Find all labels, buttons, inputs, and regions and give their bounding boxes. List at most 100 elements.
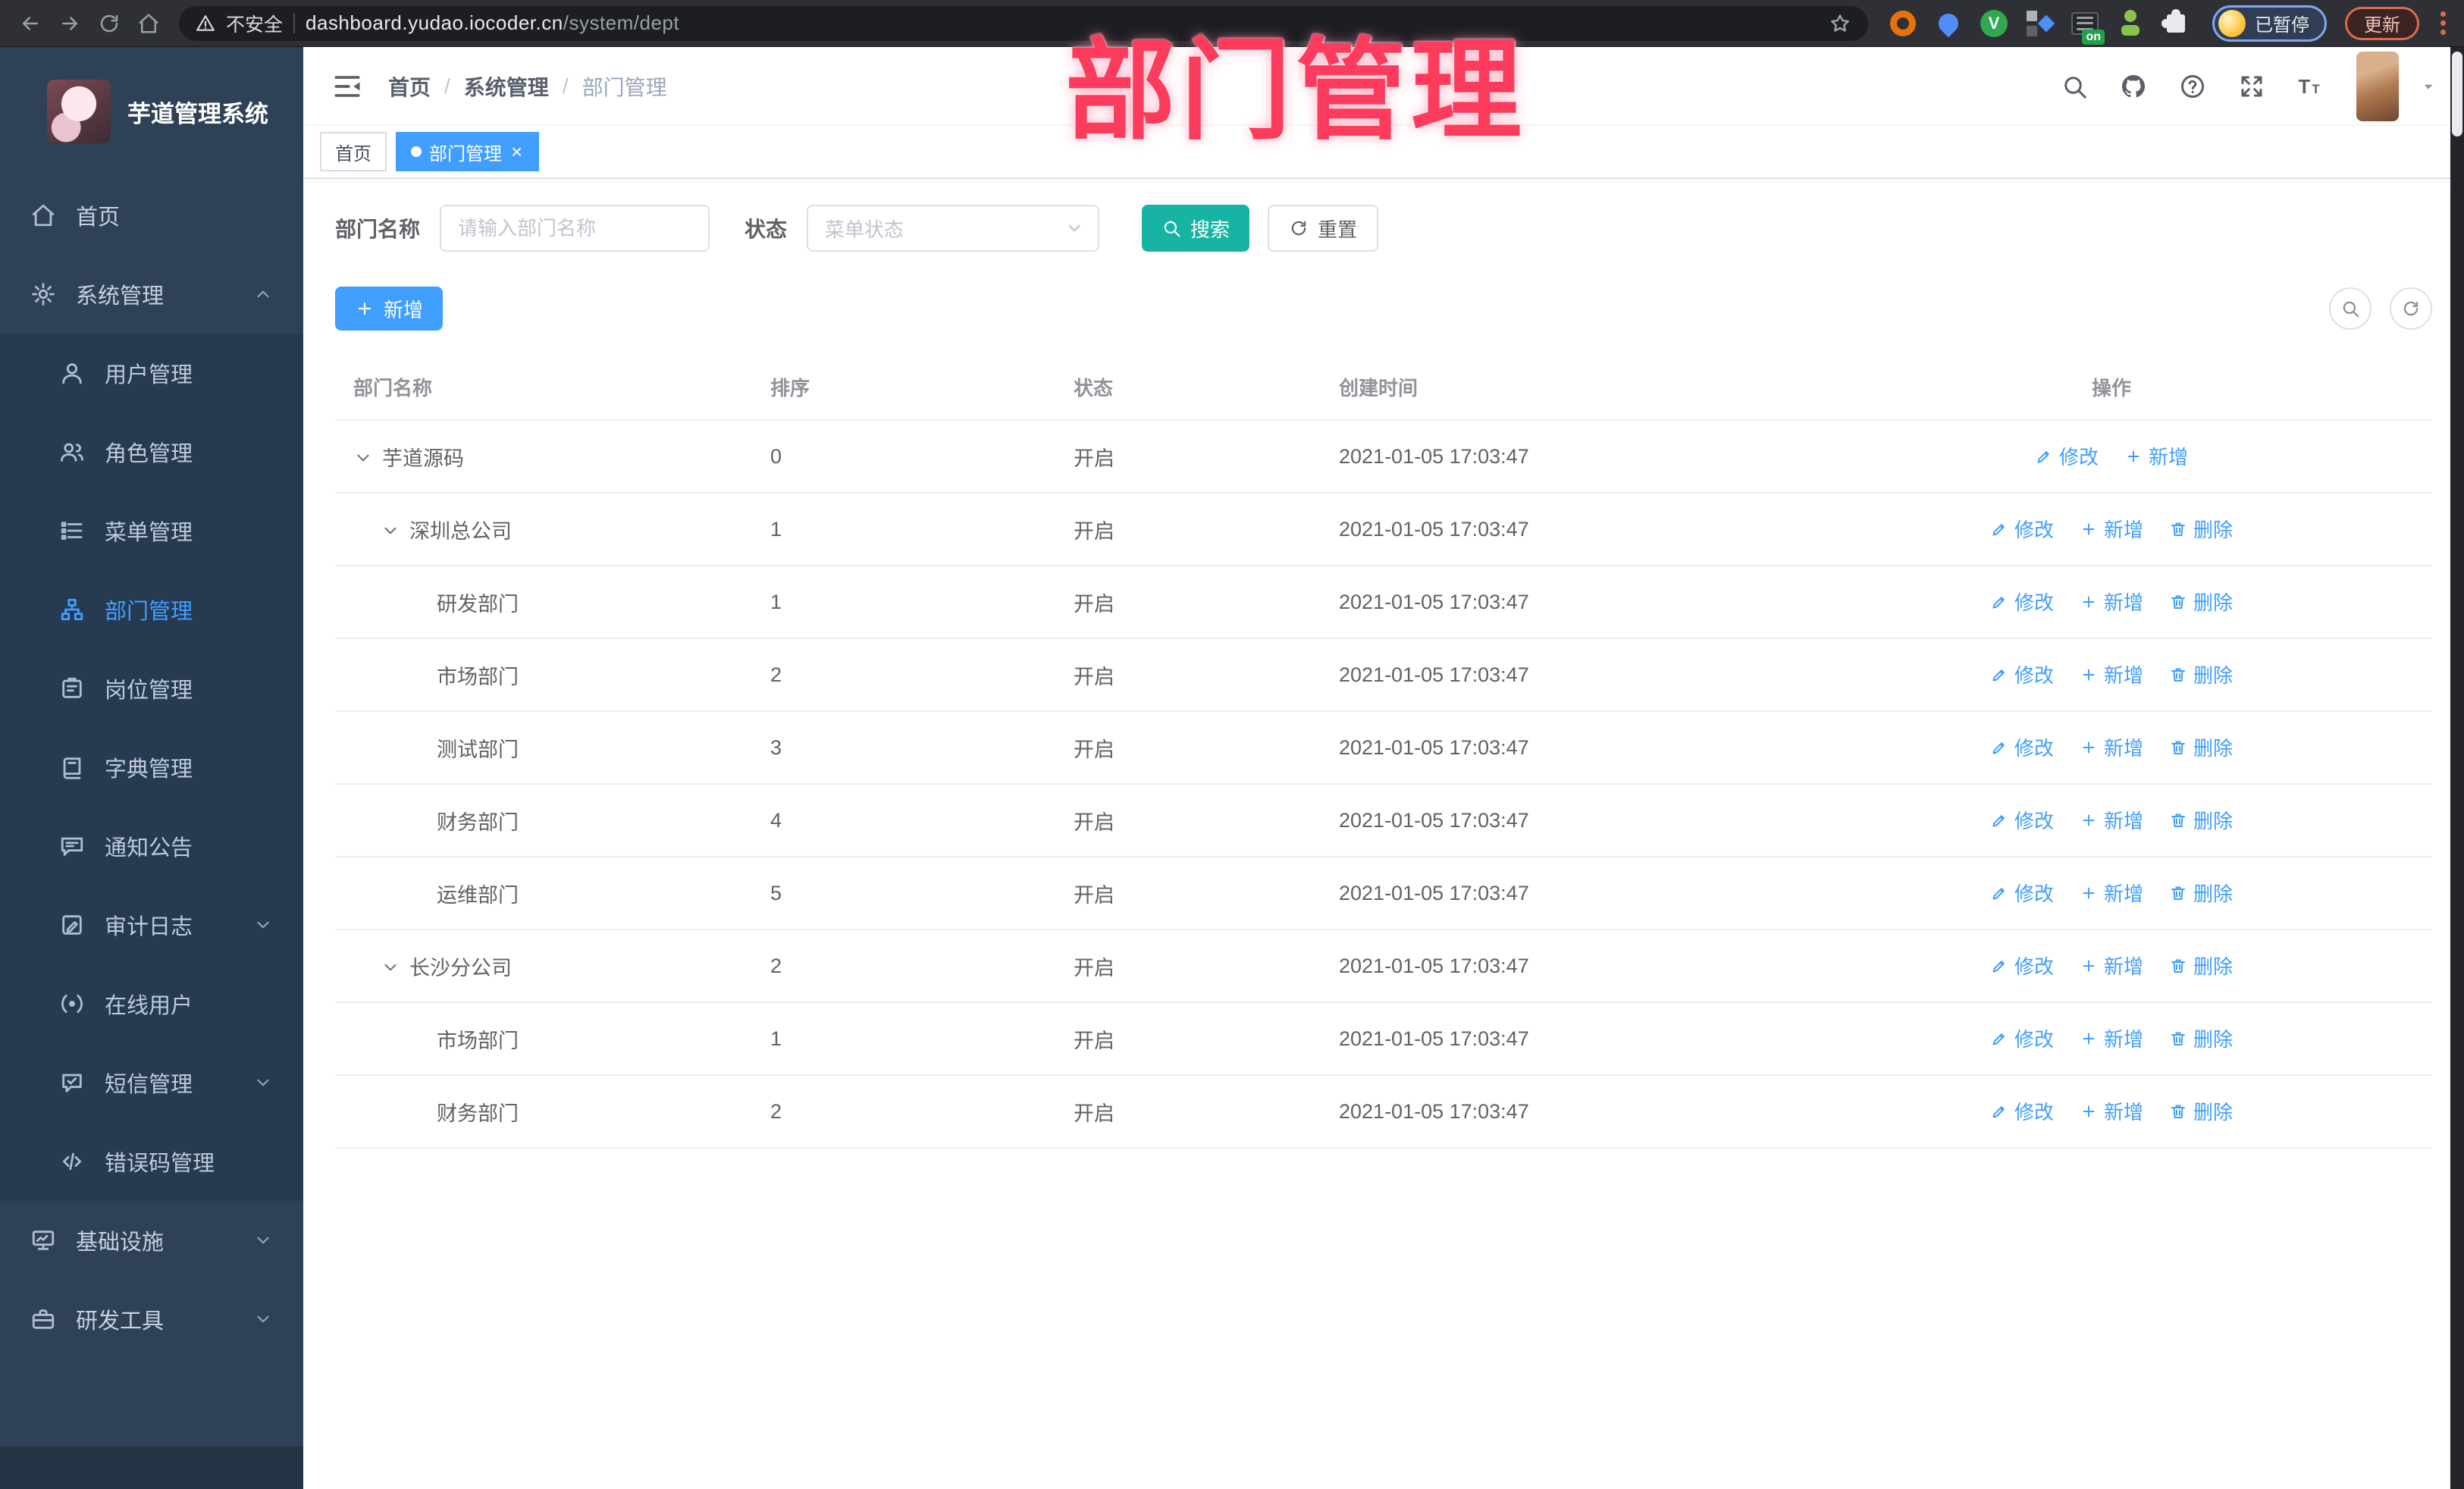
row-action-edit[interactable]: 修改 <box>1990 879 2054 907</box>
browser-profile-chip[interactable]: 已暂停 <box>2212 5 2327 42</box>
plus-icon <box>2080 1030 2098 1048</box>
tab-0[interactable]: 首页 <box>320 132 387 171</box>
row-action-add[interactable]: 新增 <box>2080 515 2143 543</box>
breadcrumb-item-1[interactable]: 系统管理 <box>464 71 549 102</box>
sidebar-item-org[interactable]: 部门管理 <box>0 570 303 649</box>
sidebar-item-infra[interactable]: 基础设施 <box>0 1201 303 1280</box>
row-action-add[interactable]: 新增 <box>2080 1024 2143 1052</box>
caret-down-icon[interactable] <box>2420 78 2437 95</box>
row-action-add[interactable]: 新增 <box>2080 951 2143 980</box>
home-button[interactable] <box>130 5 167 42</box>
scrollbar-thumb[interactable] <box>2452 52 2462 136</box>
extension-ext-green-circle[interactable]: V <box>1979 8 2009 39</box>
sidebar-item-label: 岗位管理 <box>105 679 193 703</box>
row-action-add[interactable]: 新增 <box>2080 733 2143 761</box>
extension-ext-list[interactable]: on <box>2070 8 2105 45</box>
row-action-edit[interactable]: 修改 <box>1990 733 2054 761</box>
row-action-edit[interactable]: 修改 <box>2035 442 2099 470</box>
row-action-add[interactable]: 新增 <box>2080 660 2143 688</box>
row-action-edit[interactable]: 修改 <box>1990 660 2054 688</box>
sidebar-item-label: 基础设施 <box>76 1230 165 1255</box>
row-action-add[interactable]: 新增 <box>2080 806 2143 834</box>
font-size-icon[interactable]: TT <box>2297 73 2324 100</box>
action-label: 删除 <box>2193 882 2234 906</box>
profile-avatar <box>2218 9 2246 37</box>
search-circle-button[interactable] <box>2329 287 2372 330</box>
expand-arrow-icon[interactable] <box>353 448 376 468</box>
sidebar-item-gear[interactable]: 系统管理 <box>0 255 303 334</box>
back-button[interactable] <box>12 5 49 42</box>
sidebar-item-user[interactable]: 用户管理 <box>0 334 303 412</box>
bookmark-star-icon[interactable] <box>1829 12 1851 35</box>
sidebar-item-label: 通知公告 <box>105 836 193 860</box>
row-action-add[interactable]: 新增 <box>2080 1097 2143 1125</box>
row-action-delete[interactable]: 删除 <box>2169 806 2233 834</box>
tab-1[interactable]: 部门管理 × <box>396 132 540 171</box>
row-action-delete[interactable]: 删除 <box>2169 879 2233 907</box>
search-icon[interactable] <box>2061 73 2088 100</box>
sidebar-item-users[interactable]: 角色管理 <box>0 412 303 491</box>
refresh-circle-button[interactable] <box>2390 287 2432 330</box>
row-action-delete[interactable]: 删除 <box>2169 733 2233 761</box>
sidebar-item-log[interactable]: 审计日志 <box>0 886 303 964</box>
hamburger-icon[interactable] <box>331 70 364 103</box>
status-select[interactable]: 菜单状态 <box>807 205 1100 252</box>
add-button[interactable]: 新增 <box>335 287 444 331</box>
page-content: 部门名称 状态 菜单状态 搜索 重置 <box>303 179 2464 1489</box>
row-action-delete[interactable]: 删除 <box>2169 1097 2233 1125</box>
row-action-edit[interactable]: 修改 <box>1990 1097 2054 1125</box>
plus-icon <box>2080 593 2098 611</box>
row-action-delete[interactable]: 删除 <box>2169 515 2233 543</box>
breadcrumb-item-0[interactable]: 首页 <box>388 71 431 102</box>
sidebar-item-online[interactable]: 在线用户 <box>0 964 303 1043</box>
row-action-edit[interactable]: 修改 <box>1990 806 2054 834</box>
row-action-delete[interactable]: 删除 <box>2169 951 2233 980</box>
sidebar-item-tools[interactable]: 研发工具 <box>0 1280 303 1359</box>
question-icon[interactable] <box>2179 73 2206 100</box>
sidebar-item-menu-list[interactable]: 菜单管理 <box>0 491 303 570</box>
reload-button[interactable] <box>91 5 127 42</box>
sidebar-item-announce[interactable]: 通知公告 <box>0 807 303 886</box>
row-action-add[interactable]: 新增 <box>2080 879 2143 907</box>
expand-arrow-icon[interactable] <box>381 958 403 977</box>
dept-name: 测试部门 <box>437 738 519 761</box>
breadcrumb-item-2: 部门管理 <box>582 75 667 99</box>
sidebar-item-sms[interactable]: 短信管理 <box>0 1043 303 1122</box>
code-icon <box>59 1149 85 1174</box>
browser-menu-button[interactable] <box>2434 8 2452 38</box>
user-avatar[interactable] <box>2356 51 2399 121</box>
sidebar-item-book[interactable]: 字典管理 <box>0 728 303 807</box>
row-action-add[interactable]: 新增 <box>2124 442 2188 470</box>
refresh-icon <box>1289 218 1309 238</box>
expand-arrow-icon[interactable] <box>381 521 403 541</box>
sidebar-item-home[interactable]: 首页 <box>0 176 303 255</box>
extension-ext-green-bot[interactable] <box>2115 8 2146 39</box>
browser-update-button[interactable]: 更新 <box>2345 6 2419 40</box>
filter-form: 部门名称 状态 菜单状态 搜索 重置 <box>335 205 2432 252</box>
reset-button[interactable]: 重置 <box>1268 205 1379 252</box>
extension-ext-orange-ring[interactable] <box>1888 8 1918 39</box>
close-icon[interactable]: × <box>509 142 524 161</box>
row-action-add[interactable]: 新增 <box>2080 588 2143 616</box>
extension-ext-puzzle[interactable] <box>2161 8 2191 39</box>
search-button[interactable]: 搜索 <box>1142 205 1250 252</box>
row-action-delete[interactable]: 删除 <box>2169 660 2233 688</box>
github-icon[interactable] <box>2120 73 2147 100</box>
row-action-edit[interactable]: 修改 <box>1990 1024 2054 1052</box>
app-logo-row[interactable]: 芋道管理系统 <box>0 47 303 176</box>
row-action-edit[interactable]: 修改 <box>1990 515 2054 543</box>
sidebar-item-code[interactable]: 错误码管理 <box>0 1122 303 1201</box>
extension-ext-blue-grid[interactable] <box>2024 8 2055 39</box>
extension-ext-blue-pin[interactable] <box>1933 8 1964 39</box>
row-action-delete[interactable]: 删除 <box>2169 1024 2233 1052</box>
forward-button[interactable] <box>52 5 88 42</box>
fullscreen-icon[interactable] <box>2238 73 2265 100</box>
address-bar[interactable]: 不安全 dashboard.yudao.iocoder.cn/system/de… <box>179 5 1868 41</box>
dept-name-input[interactable] <box>440 205 710 252</box>
row-action-edit[interactable]: 修改 <box>1990 951 2054 980</box>
row-action-edit[interactable]: 修改 <box>1990 588 2054 616</box>
action-label: 新增 <box>2103 810 2143 833</box>
book-icon <box>59 754 85 780</box>
row-action-delete[interactable]: 删除 <box>2169 588 2233 616</box>
sidebar-item-badge[interactable]: 岗位管理 <box>0 649 303 728</box>
